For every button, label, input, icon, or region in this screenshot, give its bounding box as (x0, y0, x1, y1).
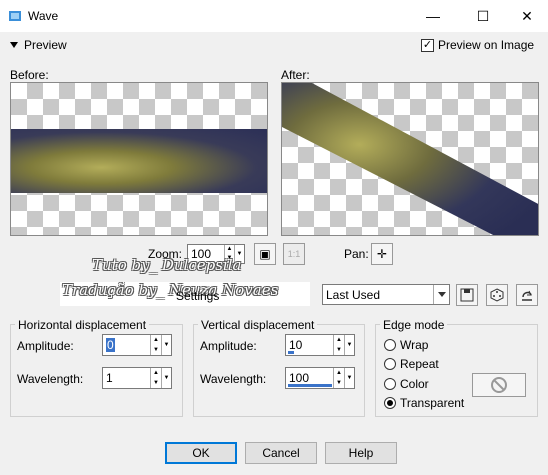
reset-icon (522, 290, 532, 301)
cancel-button[interactable]: Cancel (245, 442, 317, 464)
maximize-icon[interactable]: ☐ (460, 0, 506, 32)
edge-mode-title: Edge mode (380, 318, 448, 332)
no-color-icon (491, 377, 507, 393)
after-label: After: (281, 68, 310, 82)
edge-mode-transparent-label: Transparent (400, 396, 465, 410)
arrow-up-icon[interactable]: ▲ (151, 335, 161, 345)
edge-mode-transparent-radio[interactable]: Transparent (384, 396, 464, 410)
preview-label: Preview (24, 38, 67, 52)
arrow-down-icon[interactable]: ▼ (334, 378, 344, 388)
zoom-fit-icon: ▣ (259, 247, 271, 261)
dice-icon (490, 288, 504, 302)
v-amplitude-value[interactable]: 10 (289, 338, 302, 352)
dropdown-icon[interactable]: ▼ (161, 368, 171, 388)
save-preset-button[interactable] (456, 284, 478, 306)
ok-button[interactable]: OK (165, 442, 237, 464)
radio-selected-icon (384, 397, 396, 409)
before-label: Before: (10, 68, 49, 82)
save-icon (460, 288, 474, 302)
move-icon: ✛ (376, 247, 388, 261)
arrow-down-icon[interactable]: ▼ (151, 345, 161, 355)
zoom-actual-size-button[interactable]: 1:1 (283, 243, 305, 265)
edge-mode-wrap-radio[interactable]: Wrap (384, 338, 428, 352)
edge-color-swatch[interactable] (472, 373, 526, 397)
help-button[interactable]: Help (325, 442, 397, 464)
close-icon[interactable]: ✕ (504, 0, 548, 32)
dropdown-icon[interactable]: ▼ (344, 368, 354, 388)
edge-mode-color-label: Color (400, 377, 429, 391)
arrow-up-icon[interactable]: ▲ (151, 368, 161, 378)
v-wavelength-slider-bar (288, 384, 332, 387)
preset-select[interactable]: Last Used (322, 284, 450, 305)
edge-mode-color-radio[interactable]: Color (384, 377, 429, 391)
pan-button[interactable]: ✛ (371, 243, 393, 265)
app-icon (9, 11, 21, 21)
h-wavelength-value[interactable]: 1 (106, 371, 113, 385)
preview-on-image-label: Preview on Image (438, 38, 535, 52)
dropdown-icon[interactable]: ▼ (344, 335, 354, 355)
window-title: Wave (28, 9, 59, 23)
randomize-button[interactable] (486, 284, 508, 306)
arrow-up-icon[interactable]: ▲ (225, 245, 234, 254)
after-image (282, 83, 538, 235)
dropdown-icon[interactable]: ▼ (161, 335, 171, 355)
radio-icon (384, 358, 396, 370)
preview-on-image-checkbox[interactable]: ✓ Preview on Image (421, 38, 534, 52)
h-amplitude-value[interactable]: 0 (106, 338, 115, 352)
minimize-icon[interactable]: — (410, 0, 456, 32)
watermark-line-2: Tradução by_ Neuza Novaes (62, 281, 279, 299)
arrow-down-icon[interactable]: ▼ (334, 345, 344, 355)
radio-icon (384, 339, 396, 351)
vertical-displacement-title: Vertical displacement (198, 318, 318, 332)
before-image (11, 129, 267, 193)
v-amplitude-slider-bar (288, 351, 294, 354)
before-preview[interactable] (10, 82, 268, 236)
chevron-down-icon[interactable] (433, 285, 449, 304)
radio-icon (384, 378, 396, 390)
edge-mode-repeat-radio[interactable]: Repeat (384, 357, 439, 371)
arrow-down-icon[interactable]: ▼ (151, 378, 161, 388)
v-amplitude-label: Amplitude: (200, 339, 257, 353)
arrow-up-icon[interactable]: ▲ (334, 335, 344, 345)
pan-label: Pan: (344, 247, 369, 261)
reset-button[interactable] (516, 284, 538, 306)
chevron-down-icon (10, 42, 18, 48)
edge-mode-wrap-label: Wrap (400, 338, 429, 352)
edge-mode-repeat-label: Repeat (400, 357, 439, 371)
preset-value: Last Used (326, 287, 381, 302)
h-wavelength-stepper[interactable]: 1 ▲ ▼ ▼ (102, 367, 172, 389)
actual-size-icon: 1:1 (287, 249, 301, 259)
arrow-up-icon[interactable]: ▲ (334, 368, 344, 378)
v-amplitude-stepper[interactable]: 10 ▲ ▼ ▼ (285, 334, 355, 356)
settings-label: Settings (176, 289, 220, 303)
after-preview[interactable] (281, 82, 539, 236)
checkbox-checked-icon: ✓ (421, 38, 434, 52)
zoom-fit-button[interactable]: ▣ (254, 243, 276, 265)
watermark-line-1: Tuto by_ Dulcepsila (92, 256, 242, 274)
v-wavelength-stepper[interactable]: 100 ▲ ▼ ▼ (285, 367, 355, 389)
v-wavelength-label: Wavelength: (200, 372, 267, 386)
h-amplitude-stepper[interactable]: 0 ▲ ▼ ▼ (102, 334, 172, 356)
h-wavelength-label: Wavelength: (17, 372, 84, 386)
horizontal-displacement-title: Horizontal displacement (15, 318, 150, 332)
preview-toggle[interactable]: Preview (10, 38, 67, 52)
v-wavelength-value[interactable]: 100 (289, 371, 309, 385)
h-amplitude-label: Amplitude: (17, 339, 74, 353)
